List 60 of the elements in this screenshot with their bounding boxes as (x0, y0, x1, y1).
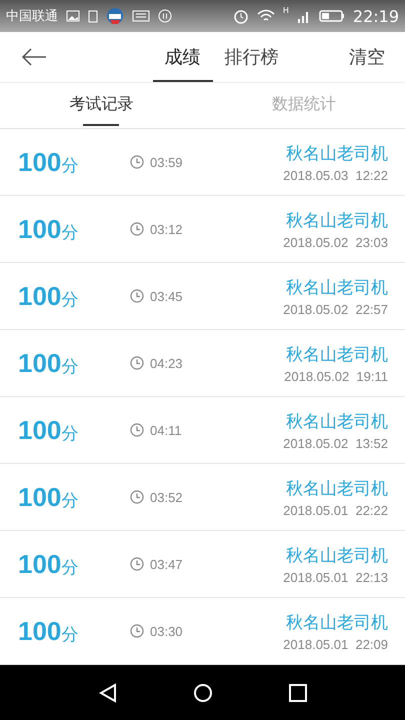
clock-icon (130, 490, 144, 504)
sub-tab[interactable]: 考试记录 (0, 83, 202, 128)
clock-time: 22:19 (352, 6, 399, 26)
app-icon (106, 7, 124, 25)
duration-text: 03:30 (150, 624, 183, 638)
header-tab[interactable]: 成绩 (152, 32, 212, 82)
duration-text: 04:11 (150, 422, 182, 438)
carrier-name: 中国联通 (6, 8, 58, 25)
score-text: 100分 (18, 548, 80, 580)
date-time: 2018.05.02 23:03 (283, 234, 388, 250)
clear-button[interactable]: 清空 (349, 45, 385, 69)
clock-icon (130, 557, 144, 571)
score-text: 100分 (18, 146, 80, 178)
score-text: 100分 (18, 348, 80, 378)
recents-nav-button[interactable] (289, 684, 308, 702)
battery-icon (318, 10, 345, 22)
user-name: 秋名山老司机 (286, 142, 388, 164)
clock-icon (130, 423, 144, 437)
score-text: 100分 (18, 414, 80, 446)
keyboard-icon (132, 10, 150, 22)
header-tab[interactable]: 排行榜 (212, 32, 290, 82)
user-name: 秋名山老司机 (286, 478, 388, 500)
user-name: 秋名山老司机 (286, 410, 388, 432)
date-time: 2018.05.02 22:57 (283, 302, 388, 316)
date-time: 2018.05.02 19:11 (284, 368, 388, 384)
user-name: 秋名山老司机 (286, 210, 388, 232)
duration-text: 03:59 (150, 154, 183, 170)
sim-icon (88, 10, 98, 22)
score-text: 100分 (18, 214, 80, 244)
clock-icon (130, 289, 144, 303)
pause-icon (158, 9, 172, 23)
back-arrow-icon (21, 48, 47, 66)
back-nav-button[interactable] (98, 682, 118, 702)
duration-text: 03:47 (150, 556, 183, 572)
date-time: 2018.05.01 22:22 (283, 502, 388, 518)
user-name: 秋名山老司机 (286, 344, 388, 366)
duration-text: 03:52 (150, 490, 183, 504)
date-time: 2018.05.03 12:22 (283, 168, 388, 182)
duration-text: 03:45 (150, 288, 183, 304)
clock-icon (130, 155, 144, 169)
score-text: 100分 (18, 280, 80, 312)
alarm-icon (232, 8, 249, 24)
date-time: 2018.05.02 13:52 (283, 436, 388, 450)
signal-icon (296, 9, 311, 23)
score-text: 100分 (18, 482, 80, 512)
image-icon (66, 10, 80, 22)
user-name: 秋名山老司机 (286, 612, 388, 634)
score-text: 100分 (18, 616, 80, 646)
clock-icon (130, 222, 144, 236)
duration-text: 04:23 (150, 356, 183, 370)
clock-icon (130, 624, 144, 638)
home-nav-button[interactable] (193, 682, 214, 702)
user-name: 秋名山老司机 (286, 544, 388, 566)
duration-text: 03:12 (150, 222, 183, 236)
clock-icon (130, 356, 144, 370)
date-time: 2018.05.01 22:09 (283, 636, 388, 652)
network-label: H (282, 6, 289, 15)
user-name: 秋名山老司机 (286, 276, 388, 298)
wifi-icon (256, 9, 275, 23)
date-time: 2018.05.01 22:13 (283, 570, 388, 584)
